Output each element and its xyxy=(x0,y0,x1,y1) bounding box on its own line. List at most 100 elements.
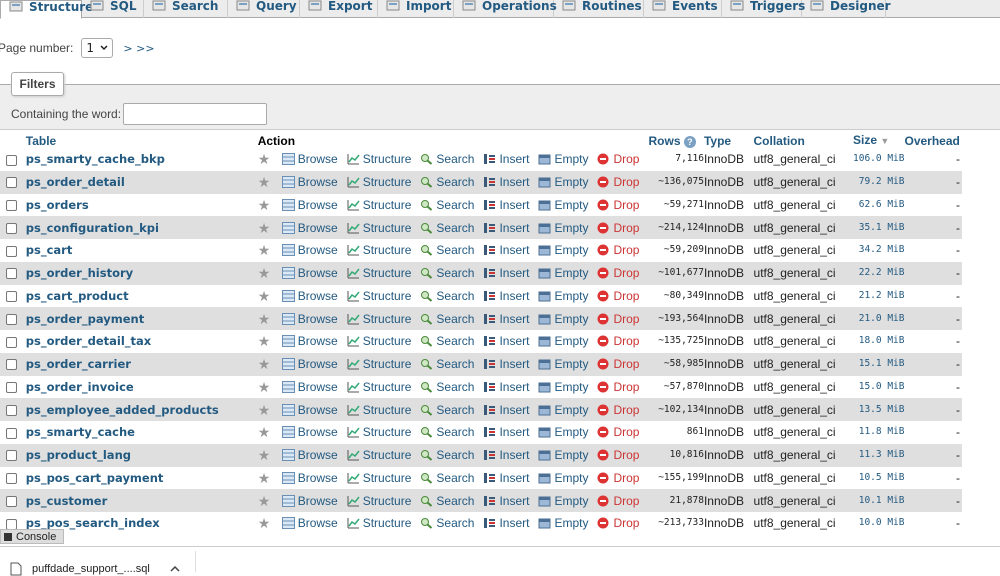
tab-routines[interactable]: Routines xyxy=(554,0,644,18)
insert-action[interactable]: Insert xyxy=(483,471,529,485)
insert-action[interactable]: Insert xyxy=(483,221,529,235)
empty-action[interactable]: Empty xyxy=(538,289,588,303)
empty-action[interactable]: Empty xyxy=(538,494,588,508)
table-name-link[interactable]: ps_customer xyxy=(26,494,108,508)
structure-action[interactable]: Structure xyxy=(347,243,411,257)
search-action[interactable]: Search xyxy=(420,357,474,371)
structure-action[interactable]: Structure xyxy=(347,516,411,530)
tab-triggers[interactable]: Triggers xyxy=(722,0,805,18)
insert-action[interactable]: Insert xyxy=(483,380,529,394)
drop-action[interactable]: Drop xyxy=(597,516,639,530)
next-page-links[interactable]: > >> xyxy=(123,42,154,55)
tab-query[interactable]: Query xyxy=(228,0,300,18)
tab-import[interactable]: Import xyxy=(378,0,454,18)
table-size[interactable]: 34.2 MiB xyxy=(853,239,905,262)
table-size[interactable]: 35.1 MiB xyxy=(853,216,905,239)
insert-action[interactable]: Insert xyxy=(483,494,529,508)
table-name-link[interactable]: ps_order_history xyxy=(26,266,133,280)
empty-action[interactable]: Empty xyxy=(538,152,588,166)
empty-action[interactable]: Empty xyxy=(538,312,588,326)
header-rows[interactable]: Rows xyxy=(648,134,680,148)
drop-action[interactable]: Drop xyxy=(597,152,639,166)
row-checkbox[interactable] xyxy=(6,450,17,462)
table-name-link[interactable]: ps_order_invoice xyxy=(26,380,134,394)
table-size[interactable]: 10.1 MiB xyxy=(853,489,905,512)
favorite-star-icon[interactable]: ★ xyxy=(258,334,276,348)
insert-action[interactable]: Insert xyxy=(483,403,529,417)
insert-action[interactable]: Insert xyxy=(483,289,529,303)
insert-action[interactable]: Insert xyxy=(483,312,529,326)
table-size[interactable]: 10.5 MiB xyxy=(853,467,905,490)
row-checkbox[interactable] xyxy=(6,473,17,485)
search-action[interactable]: Search xyxy=(420,471,474,485)
drop-action[interactable]: Drop xyxy=(597,403,639,417)
table-size[interactable]: 10.0 MiB xyxy=(853,512,905,535)
favorite-star-icon[interactable]: ★ xyxy=(258,448,276,462)
favorite-star-icon[interactable]: ★ xyxy=(258,152,276,166)
structure-action[interactable]: Structure xyxy=(347,380,411,394)
structure-action[interactable]: Structure xyxy=(347,448,411,462)
browse-action[interactable]: Browse xyxy=(281,289,338,303)
tab-operations[interactable]: Operations xyxy=(454,0,557,18)
structure-action[interactable]: Structure xyxy=(347,289,411,303)
tab-export[interactable]: Export xyxy=(300,0,378,18)
search-action[interactable]: Search xyxy=(420,494,474,508)
insert-action[interactable]: Insert xyxy=(483,448,529,462)
search-action[interactable]: Search xyxy=(420,152,474,166)
drop-action[interactable]: Drop xyxy=(597,494,639,508)
empty-action[interactable]: Empty xyxy=(538,448,588,462)
browse-action[interactable]: Browse xyxy=(281,380,338,394)
table-name-link[interactable]: ps_orders xyxy=(26,198,89,212)
insert-action[interactable]: Insert xyxy=(483,357,529,371)
empty-action[interactable]: Empty xyxy=(538,243,588,257)
drop-action[interactable]: Drop xyxy=(597,380,639,394)
table-size[interactable]: 21.0 MiB xyxy=(853,307,905,330)
table-name-link[interactable]: ps_order_detail xyxy=(26,175,125,189)
drop-action[interactable]: Drop xyxy=(597,357,639,371)
favorite-star-icon[interactable]: ★ xyxy=(258,425,276,439)
browse-action[interactable]: Browse xyxy=(281,357,338,371)
table-size[interactable]: 15.0 MiB xyxy=(853,376,905,399)
drop-action[interactable]: Drop xyxy=(597,312,639,326)
favorite-star-icon[interactable]: ★ xyxy=(258,403,276,417)
empty-action[interactable]: Empty xyxy=(538,471,588,485)
browse-action[interactable]: Browse xyxy=(281,175,338,189)
tab-sql[interactable]: SQL xyxy=(82,0,144,18)
favorite-star-icon[interactable]: ★ xyxy=(258,221,276,235)
insert-action[interactable]: Insert xyxy=(483,334,529,348)
row-checkbox[interactable] xyxy=(6,359,17,371)
search-action[interactable]: Search xyxy=(420,175,474,189)
chevron-up-icon[interactable] xyxy=(170,566,180,572)
empty-action[interactable]: Empty xyxy=(538,198,588,212)
table-name-link[interactable]: ps_employee_added_products xyxy=(26,403,219,417)
favorite-star-icon[interactable]: ★ xyxy=(258,175,276,189)
table-name-link[interactable]: ps_cart xyxy=(26,243,73,257)
browse-action[interactable]: Browse xyxy=(281,494,338,508)
browse-action[interactable]: Browse xyxy=(281,425,338,439)
row-checkbox[interactable] xyxy=(6,177,17,189)
insert-action[interactable]: Insert xyxy=(483,425,529,439)
favorite-star-icon[interactable]: ★ xyxy=(258,471,276,485)
structure-action[interactable]: Structure xyxy=(347,152,411,166)
empty-action[interactable]: Empty xyxy=(538,516,588,530)
table-size[interactable]: 22.2 MiB xyxy=(853,262,905,285)
table-size[interactable]: 11.3 MiB xyxy=(853,444,905,467)
search-action[interactable]: Search xyxy=(420,334,474,348)
console-toggle[interactable]: Console xyxy=(0,529,64,544)
row-checkbox[interactable] xyxy=(6,222,17,234)
row-checkbox[interactable] xyxy=(6,495,17,507)
favorite-star-icon[interactable]: ★ xyxy=(258,516,276,530)
table-name-link[interactable]: ps_configuration_kpi xyxy=(26,221,159,235)
drop-action[interactable]: Drop xyxy=(597,448,639,462)
row-checkbox[interactable] xyxy=(6,291,17,303)
search-action[interactable]: Search xyxy=(420,221,474,235)
empty-action[interactable]: Empty xyxy=(538,175,588,189)
favorite-star-icon[interactable]: ★ xyxy=(258,494,276,508)
empty-action[interactable]: Empty xyxy=(538,357,588,371)
insert-action[interactable]: Insert xyxy=(483,266,529,280)
structure-action[interactable]: Structure xyxy=(347,357,411,371)
structure-action[interactable]: Structure xyxy=(347,198,411,212)
table-size[interactable]: 62.6 MiB xyxy=(853,194,905,217)
empty-action[interactable]: Empty xyxy=(538,334,588,348)
structure-action[interactable]: Structure xyxy=(347,175,411,189)
